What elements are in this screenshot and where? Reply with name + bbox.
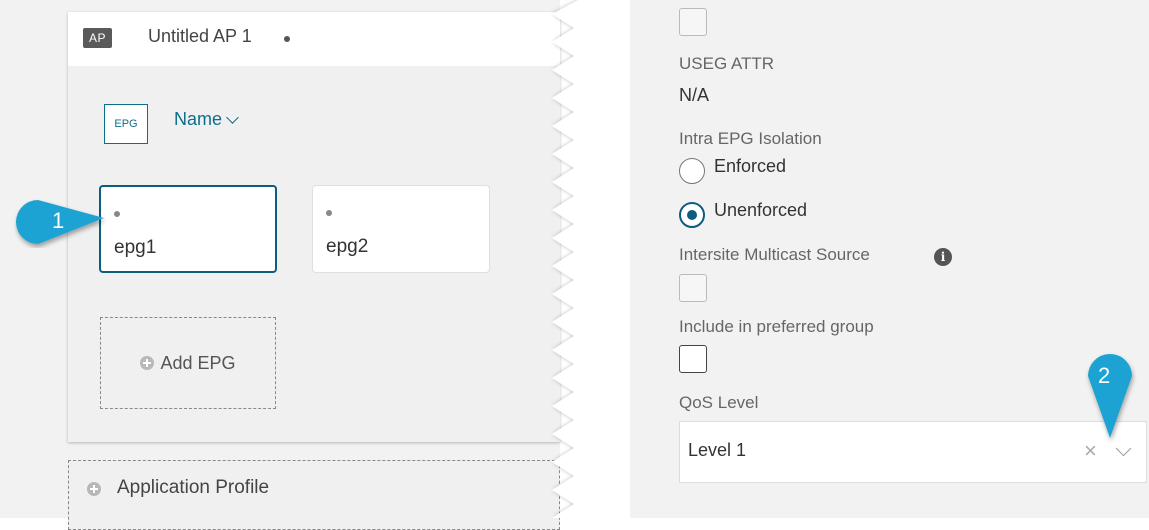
info-icon[interactable]: i [934,248,952,266]
callout-1: 1 [14,196,114,248]
callout-marker-icon [1088,354,1132,438]
epg-card-epg1[interactable]: epg1 [99,185,277,273]
callout-2: 2 [1080,346,1140,446]
application-profile-card: AP Untitled AP 1 EPG Name epg1 epg2 Add … [68,12,560,442]
epg-properties-panel: USEG ATTR N/A Intra EPG Isolation Enforc… [630,0,1149,518]
ap-badge: AP [83,28,113,48]
add-epg-button[interactable]: Add EPG [100,317,276,409]
intersite-multicast-label: Intersite Multicast Source [679,245,870,264]
sort-by-name-dropdown[interactable]: Name [174,109,239,130]
preferred-group-checkbox[interactable] [679,345,707,373]
add-application-profile-button[interactable]: Application Profile [68,460,560,530]
schema-canvas: AP Untitled AP 1 EPG Name epg1 epg2 Add … [0,0,560,530]
status-dot-icon [326,210,332,216]
status-dot-icon [114,211,120,217]
intra-epg-isolation-label: Intra EPG Isolation [679,129,822,148]
plus-circle-icon [87,482,101,496]
intersite-multicast-checkbox[interactable] [679,274,707,302]
add-epg-label: Add EPG [160,352,236,373]
ap-title[interactable]: Untitled AP 1 [148,26,252,47]
checkbox-top[interactable] [679,8,707,36]
enforced-label: Enforced [714,156,787,176]
ap-header[interactable]: AP Untitled AP 1 [68,12,560,66]
useg-attr-label: USEG ATTR [679,54,775,73]
useg-attr-value: N/A [679,85,710,105]
sort-label: Name [174,109,223,129]
radio-unenforced[interactable] [679,202,705,228]
qos-level-select[interactable]: Level 1 × [679,421,1147,483]
qos-level-label: QoS Level [679,393,759,412]
application-profile-label: Application Profile [117,477,270,498]
epg-label: epg1 [114,237,157,258]
qos-level-value: Level 1 [688,440,747,460]
epg-icon: EPG [104,104,148,144]
epg-card-epg2[interactable]: epg2 [312,185,490,273]
torn-edge-divider [552,0,630,518]
callout-1-number: 1 [52,208,65,233]
chevron-down-icon [226,111,239,124]
unsaved-dot-icon [284,36,290,42]
radio-enforced[interactable] [679,158,705,184]
unenforced-label: Unenforced [714,200,808,220]
callout-2-number: 2 [1098,363,1111,388]
preferred-group-label: Include in preferred group [679,317,874,336]
epg-label: epg2 [326,236,369,257]
plus-circle-icon [140,356,155,370]
